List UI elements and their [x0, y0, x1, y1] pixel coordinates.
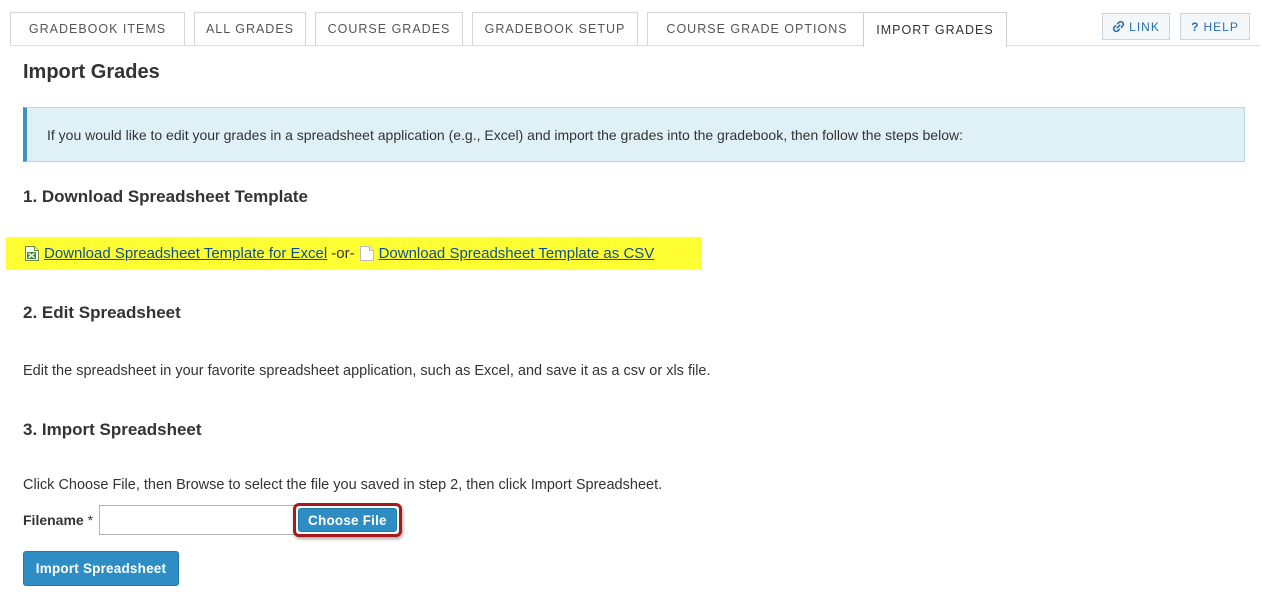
link-label: LINK: [1129, 19, 1160, 34]
tab-course-grades[interactable]: COURSE GRADES: [315, 12, 463, 45]
tab-all-grades[interactable]: ALL GRADES: [194, 12, 306, 45]
tab-gradebook-items[interactable]: GRADEBOOK ITEMS: [10, 12, 185, 45]
help-label: HELP: [1203, 19, 1239, 34]
link-button[interactable]: LINK: [1102, 13, 1170, 40]
filename-input[interactable]: [99, 505, 296, 535]
import-spreadsheet-button[interactable]: Import Spreadsheet: [23, 551, 179, 586]
excel-file-icon: [24, 245, 40, 262]
step3-instructions: Click Choose File, then Browse to select…: [23, 477, 663, 493]
step2-instructions: Edit the spreadsheet in your favorite sp…: [23, 363, 711, 379]
filename-label: Filename *: [23, 512, 94, 528]
tab-course-grade-options[interactable]: COURSE GRADE OPTIONS: [647, 12, 867, 45]
choose-file-callout: Choose File: [293, 503, 402, 537]
step1-heading: 1. Download Spreadsheet Template: [23, 187, 308, 206]
step3-heading: 3. Import Spreadsheet: [23, 420, 202, 439]
help-icon: ?: [1191, 19, 1200, 34]
help-button[interactable]: ? HELP: [1180, 13, 1250, 40]
link-separator: -or-: [331, 245, 355, 262]
info-text: If you would like to edit your grades in…: [47, 126, 963, 143]
page-title: Import Grades: [23, 61, 160, 83]
filename-row: Filename * Choose File: [23, 503, 402, 537]
link-icon: [1112, 20, 1125, 33]
gradebook-tabbar: GRADEBOOK ITEMS ALL GRADES COURSE GRADES…: [10, 12, 1260, 47]
tab-gradebook-setup[interactable]: GRADEBOOK SETUP: [472, 12, 638, 45]
required-marker: *: [87, 512, 94, 528]
download-excel-link[interactable]: Download Spreadsheet Template for Excel: [44, 245, 327, 262]
choose-file-button[interactable]: Choose File: [298, 508, 397, 532]
tab-import-grades[interactable]: IMPORT GRADES: [863, 12, 1007, 47]
info-message: If you would like to edit your grades in…: [23, 107, 1245, 162]
step2-heading: 2. Edit Spreadsheet: [23, 303, 181, 322]
csv-file-icon: [359, 245, 375, 262]
download-links-highlight: Download Spreadsheet Template for Excel -…: [6, 237, 702, 270]
download-csv-link[interactable]: Download Spreadsheet Template as CSV: [379, 245, 655, 262]
